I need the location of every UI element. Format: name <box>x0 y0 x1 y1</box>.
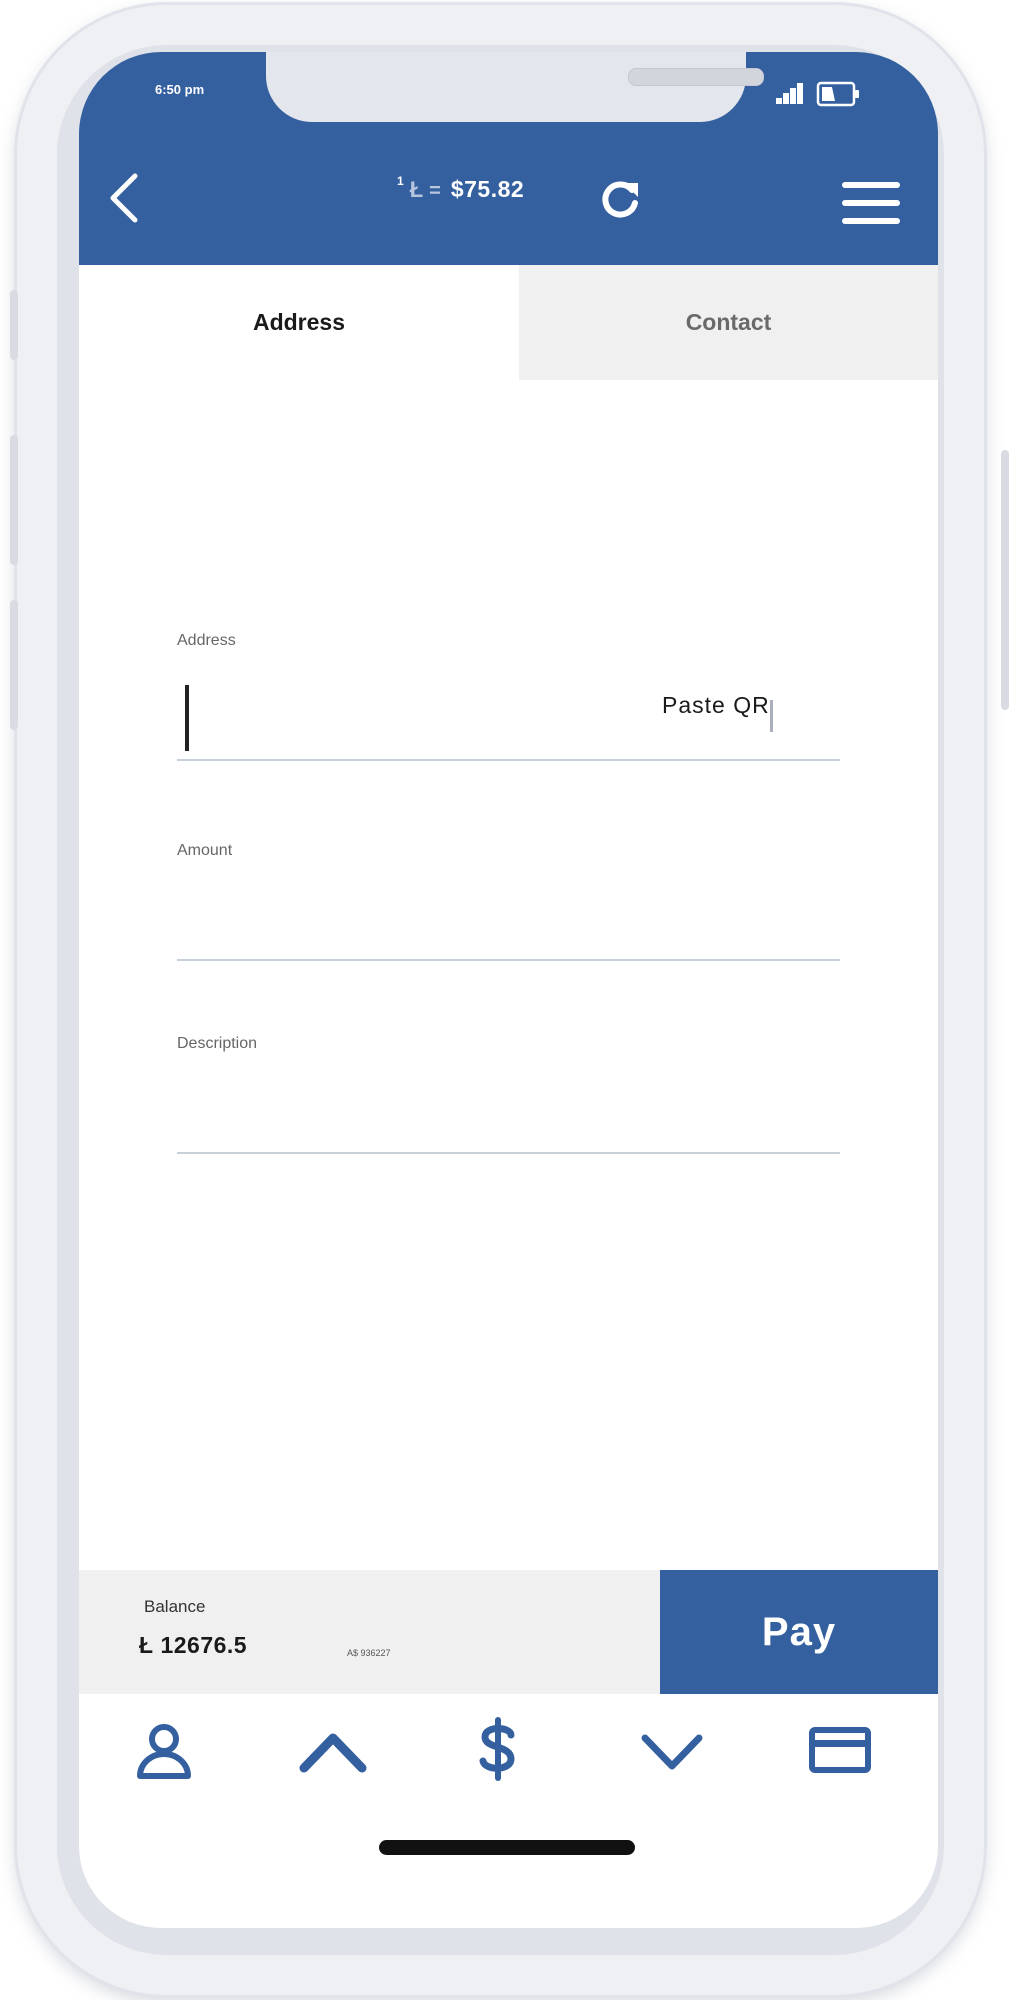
litecoin-symbol: Ł <box>409 177 424 202</box>
description-label: Description <box>177 1035 258 1052</box>
user-icon[interactable] <box>135 1722 193 1780</box>
amount-label: Amount <box>177 842 233 859</box>
text-caret <box>185 685 189 751</box>
paste-qr-button[interactable]: Paste QR <box>662 692 770 719</box>
side-button <box>1001 450 1009 710</box>
battery-icon <box>816 81 859 107</box>
tab-address[interactable]: Address <box>79 265 519 380</box>
status-time: 6:50 pm <box>155 82 205 97</box>
rate-unit: 1 <box>397 174 404 188</box>
dollar-icon[interactable] <box>477 1717 519 1781</box>
description-underline <box>177 1152 840 1154</box>
rate-equals: = <box>429 180 441 202</box>
rate-value: $75.82 <box>450 176 525 202</box>
signal-icon <box>776 83 803 104</box>
address-underline <box>177 759 840 761</box>
pay-button-label: Pay <box>761 1609 837 1654</box>
tab-address-label: Address <box>252 309 346 335</box>
address-label: Address <box>177 632 236 649</box>
description-input[interactable] <box>177 1092 840 1148</box>
paste-qr-divider <box>770 700 773 732</box>
speaker-grille <box>628 68 764 86</box>
side-button <box>10 600 18 730</box>
balance-fiat-code: A$ 936227 <box>347 1648 391 1658</box>
tab-contact-label: Contact <box>685 309 772 335</box>
exchange-rate: 1 Ł = $75.82 <box>397 174 525 203</box>
chevron-left-icon[interactable] <box>107 172 143 224</box>
card-icon[interactable] <box>809 1727 871 1773</box>
hamburger-menu-icon[interactable] <box>842 180 902 228</box>
chevron-up-icon[interactable] <box>298 1730 368 1774</box>
home-indicator[interactable] <box>379 1840 635 1855</box>
side-button <box>10 435 18 565</box>
chevron-down-icon[interactable] <box>639 1732 705 1772</box>
side-button <box>10 290 18 360</box>
balance-value: Ł 12676.5 <box>139 1632 248 1658</box>
app-screen: 6:50 pm 1 Ł = $75.82 Address Contact Add… <box>79 52 938 1928</box>
amount-underline <box>177 959 840 961</box>
app-header: 6:50 pm 1 Ł = $75.82 <box>79 52 938 265</box>
notch <box>266 52 764 122</box>
tab-contact[interactable]: Contact <box>519 265 938 380</box>
refresh-icon[interactable] <box>598 177 642 221</box>
pay-button[interactable]: Pay <box>660 1570 938 1694</box>
balance-label: Balance <box>144 1597 206 1616</box>
amount-input[interactable] <box>177 897 840 953</box>
